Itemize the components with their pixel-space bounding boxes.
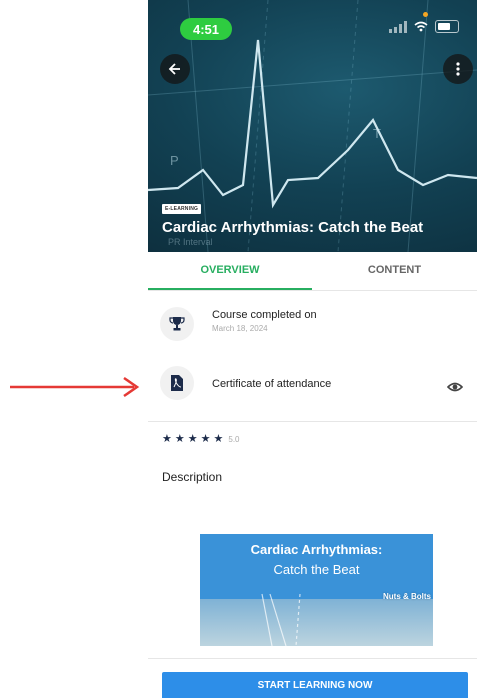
course-completed-row: Course completed on March 18, 2024 [148, 298, 477, 356]
promo-tag: Nuts & Bolts [383, 592, 431, 601]
phone-screen: P T PR Interval 4:51 E-LEARNING Cardiac … [148, 0, 477, 698]
more-options-button[interactable] [443, 54, 473, 84]
status-time: 4:51 [180, 18, 232, 40]
annotation-arrow [10, 376, 140, 398]
star-icon: ★ [213, 433, 224, 445]
completed-label: Course completed on [212, 309, 317, 321]
course-hero: P T PR Interval 4:51 E-LEARNING Cardiac … [148, 0, 477, 252]
eye-icon[interactable] [447, 379, 463, 395]
wifi-icon [414, 21, 428, 32]
certificate-label: Certificate of attendance [212, 378, 332, 390]
back-button[interactable] [160, 54, 190, 84]
course-promo-image: Cardiac Arrhythmias: Catch the Beat Nuts… [200, 534, 433, 646]
star-icon: ★ [162, 433, 172, 445]
course-title: Cardiac Arrhythmias: Catch the Beat [162, 219, 424, 236]
status-icons [389, 20, 459, 33]
trophy-icon [160, 307, 194, 341]
recording-dot [423, 12, 428, 17]
rating-value: 5.0 [228, 435, 240, 444]
star-icon: ★ [174, 433, 185, 445]
svg-text:P: P [170, 153, 179, 168]
tab-bar: OVERVIEW CONTENT [148, 252, 477, 291]
more-vertical-icon [456, 62, 460, 76]
star-icon: ★ [200, 433, 211, 445]
promo-title-line2: Catch the Beat [273, 562, 360, 577]
course-rating: ★ ★ ★ ★ ★ 5.0 [162, 434, 240, 445]
completed-date: March 18, 2024 [212, 324, 268, 333]
svg-text:T: T [373, 126, 381, 141]
tab-content[interactable]: CONTENT [312, 252, 477, 288]
tab-overview[interactable]: OVERVIEW [148, 252, 312, 290]
svg-text:PR Interval: PR Interval [168, 237, 213, 247]
description-heading: Description [162, 470, 223, 484]
content-type-badge: E-LEARNING [162, 204, 202, 214]
cellular-signal-icon [389, 20, 407, 33]
certificate-row[interactable]: Certificate of attendance [148, 357, 477, 415]
divider [148, 658, 477, 659]
promo-title-line1: Cardiac Arrhythmias: [250, 542, 383, 557]
arrow-left-icon [168, 63, 180, 75]
battery-icon [435, 20, 459, 33]
start-learning-button[interactable]: START LEARNING NOW [162, 672, 468, 698]
pdf-icon [160, 366, 194, 400]
star-icon: ★ [187, 433, 198, 445]
divider [148, 421, 477, 422]
